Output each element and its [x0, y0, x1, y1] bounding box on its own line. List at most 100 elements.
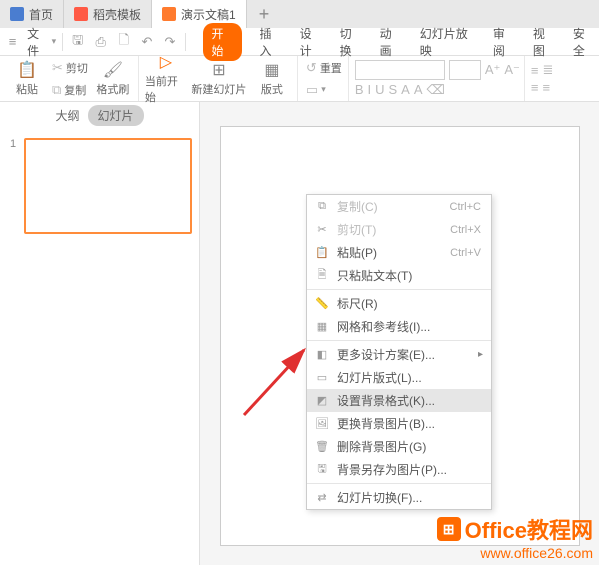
design-icon: ◧: [315, 348, 329, 361]
font-color-icon[interactable]: A: [414, 82, 423, 97]
cm-change-bg[interactable]: 🖼更换背景图片(B)...: [307, 412, 491, 435]
section-icon: ▭: [306, 82, 318, 98]
panel-tabs: 大纲 幻灯片: [0, 102, 199, 128]
layout-button[interactable]: ▦ 版式: [251, 58, 293, 100]
ribbon-tab-design[interactable]: 设计: [300, 25, 322, 59]
slide-thumbnail[interactable]: [24, 138, 192, 234]
office-logo-icon: ⊞: [437, 517, 461, 541]
slide-group: ▷ 当前开始 ⊞ 新建幻灯片 ▦ 版式: [141, 56, 298, 101]
save-icon[interactable]: 🖫: [69, 33, 86, 51]
separator: [62, 33, 63, 51]
cm-transition[interactable]: ⇄幻灯片切换(F)...: [307, 486, 491, 509]
app-menu-icon[interactable]: ≡: [4, 33, 21, 51]
separator: [307, 483, 491, 484]
paste-text-icon: 🗎: [315, 266, 329, 285]
panel-tab-slides[interactable]: 幻灯片: [88, 105, 144, 126]
paste-button[interactable]: 📋 粘贴: [6, 58, 48, 100]
copy-icon: ⧉: [52, 82, 61, 98]
highlight-icon[interactable]: A: [401, 82, 410, 97]
copy-button[interactable]: ⧉复制: [50, 80, 90, 100]
slide-number: 1: [10, 138, 16, 150]
format-painter-button[interactable]: 🖌 格式刷: [92, 58, 134, 100]
cm-delete-bg[interactable]: 🗑删除背景图片(G): [307, 435, 491, 458]
reset-icon: ↺: [306, 60, 317, 76]
from-current-button[interactable]: ▷ 当前开始: [145, 58, 187, 100]
cm-grid[interactable]: ▦网格和参考线(I)...: [307, 315, 491, 338]
menu-bar: ≡ 文件 ▾ 🖫 ⎙ 🗋 ↶ ↷ 开始 插入 设计 切换 动画 幻灯片放映 审阅…: [0, 28, 599, 56]
ribbon-tab-view[interactable]: 视图: [533, 25, 555, 59]
undo-icon[interactable]: ↶: [138, 33, 155, 51]
clipboard-group: 📋 粘贴 ✂剪切 ⧉复制 🖌 格式刷: [2, 56, 139, 101]
new-slide-icon: ⊞: [212, 60, 225, 80]
tab-template[interactable]: 稻壳模板: [64, 0, 152, 28]
italic-icon[interactable]: I: [367, 82, 371, 97]
align-center-icon[interactable]: ≡: [543, 80, 551, 95]
font-group: A⁺ A⁻ B I U S A A ⌫: [351, 56, 525, 101]
cut-button[interactable]: ✂剪切: [50, 58, 90, 78]
ruler-icon: 📏: [315, 297, 329, 310]
paste-icon: 📋: [315, 246, 329, 259]
ribbon-tab-insert[interactable]: 插入: [260, 25, 282, 59]
panel-tab-outline[interactable]: 大纲: [55, 107, 79, 124]
grow-font-icon[interactable]: A⁺: [485, 62, 501, 78]
thumbnail-list: 1: [0, 128, 199, 244]
shrink-font-icon[interactable]: A⁻: [504, 62, 520, 78]
cm-bg-format[interactable]: ◩设置背景格式(K)...: [307, 389, 491, 412]
save-icon: 🖫: [315, 460, 329, 479]
cut-icon: ✂: [315, 223, 329, 236]
workspace: 大纲 幻灯片 1: [0, 102, 599, 565]
cut-icon: ✂: [52, 60, 63, 76]
file-menu[interactable]: 文件 ▾: [27, 25, 56, 59]
play-icon: ▷: [160, 52, 172, 72]
presentation-icon: [162, 7, 176, 21]
separator: [307, 289, 491, 290]
home-icon: [10, 7, 24, 21]
numbering-icon[interactable]: ≣: [543, 62, 554, 78]
copy-icon: ⧉: [315, 200, 329, 213]
ribbon-tab-security[interactable]: 安全: [573, 25, 595, 59]
ribbon-tabs: 开始 插入 设计 切换 动画 幻灯片放映 审阅 视图 安全: [203, 23, 595, 61]
grid-icon: ▦: [315, 320, 329, 333]
layout-icon: ▦: [264, 60, 279, 80]
cm-ruler[interactable]: 📏标尺(R): [307, 292, 491, 315]
cm-more-design[interactable]: ◧更多设计方案(E)...▸: [307, 343, 491, 366]
context-menu: ⧉复制(C)Ctrl+C ✂剪切(T)Ctrl+X 📋粘贴(P)Ctrl+V 🗎…: [306, 194, 492, 510]
brush-icon: 🖌: [103, 60, 123, 80]
font-size-input[interactable]: [449, 60, 481, 80]
template-icon: [74, 7, 88, 21]
ribbon-tab-start[interactable]: 开始: [203, 23, 241, 61]
preview-icon[interactable]: 🗋: [115, 33, 132, 51]
watermark: ⊞Office教程网 www.office26.com: [437, 513, 593, 561]
cm-cut: ✂剪切(T)Ctrl+X: [307, 218, 491, 241]
paste-icon: 📋: [17, 60, 37, 80]
cm-paste-text[interactable]: 🗎只粘贴文本(T): [307, 264, 491, 287]
paragraph-group: ≡ ≣ ≡ ≡: [527, 56, 558, 101]
cm-save-bg[interactable]: 🖫背景另存为图片(P)...: [307, 458, 491, 481]
underline-icon[interactable]: U: [375, 82, 384, 97]
image-icon: 🖼: [315, 417, 329, 430]
slide-panel: 大纲 幻灯片 1: [0, 102, 200, 565]
cm-paste[interactable]: 📋粘贴(P)Ctrl+V: [307, 241, 491, 264]
print-icon[interactable]: ⎙: [92, 33, 109, 51]
format-icon: ◩: [315, 394, 329, 407]
reset-group: ↺重置 ▭▾: [300, 56, 349, 101]
delete-icon: 🗑: [315, 440, 329, 453]
ribbon-tab-review[interactable]: 审阅: [493, 25, 515, 59]
strike-icon[interactable]: S: [389, 82, 398, 97]
reset-button[interactable]: ↺重置: [304, 58, 344, 78]
font-family-input[interactable]: [355, 60, 445, 80]
redo-icon[interactable]: ↷: [161, 33, 178, 51]
ribbon-tab-animation[interactable]: 动画: [380, 25, 402, 59]
section-button[interactable]: ▭▾: [304, 80, 344, 100]
separator: [307, 340, 491, 341]
ribbon-tab-transition[interactable]: 切换: [340, 25, 362, 59]
ribbon-tab-slideshow[interactable]: 幻灯片放映: [420, 25, 475, 59]
cm-copy: ⧉复制(C)Ctrl+C: [307, 195, 491, 218]
clear-format-icon[interactable]: ⌫: [427, 82, 445, 98]
ribbon-toolbar: 📋 粘贴 ✂剪切 ⧉复制 🖌 格式刷 ▷ 当前开始 ⊞ 新建幻灯片 ▦ 版式 ↺…: [0, 56, 599, 102]
bold-icon[interactable]: B: [355, 82, 364, 97]
align-left-icon[interactable]: ≡: [531, 80, 539, 95]
cm-slide-layout[interactable]: ▭幻灯片版式(L)...: [307, 366, 491, 389]
new-slide-button[interactable]: ⊞ 新建幻灯片: [189, 58, 249, 100]
bullets-icon[interactable]: ≡: [531, 63, 539, 78]
